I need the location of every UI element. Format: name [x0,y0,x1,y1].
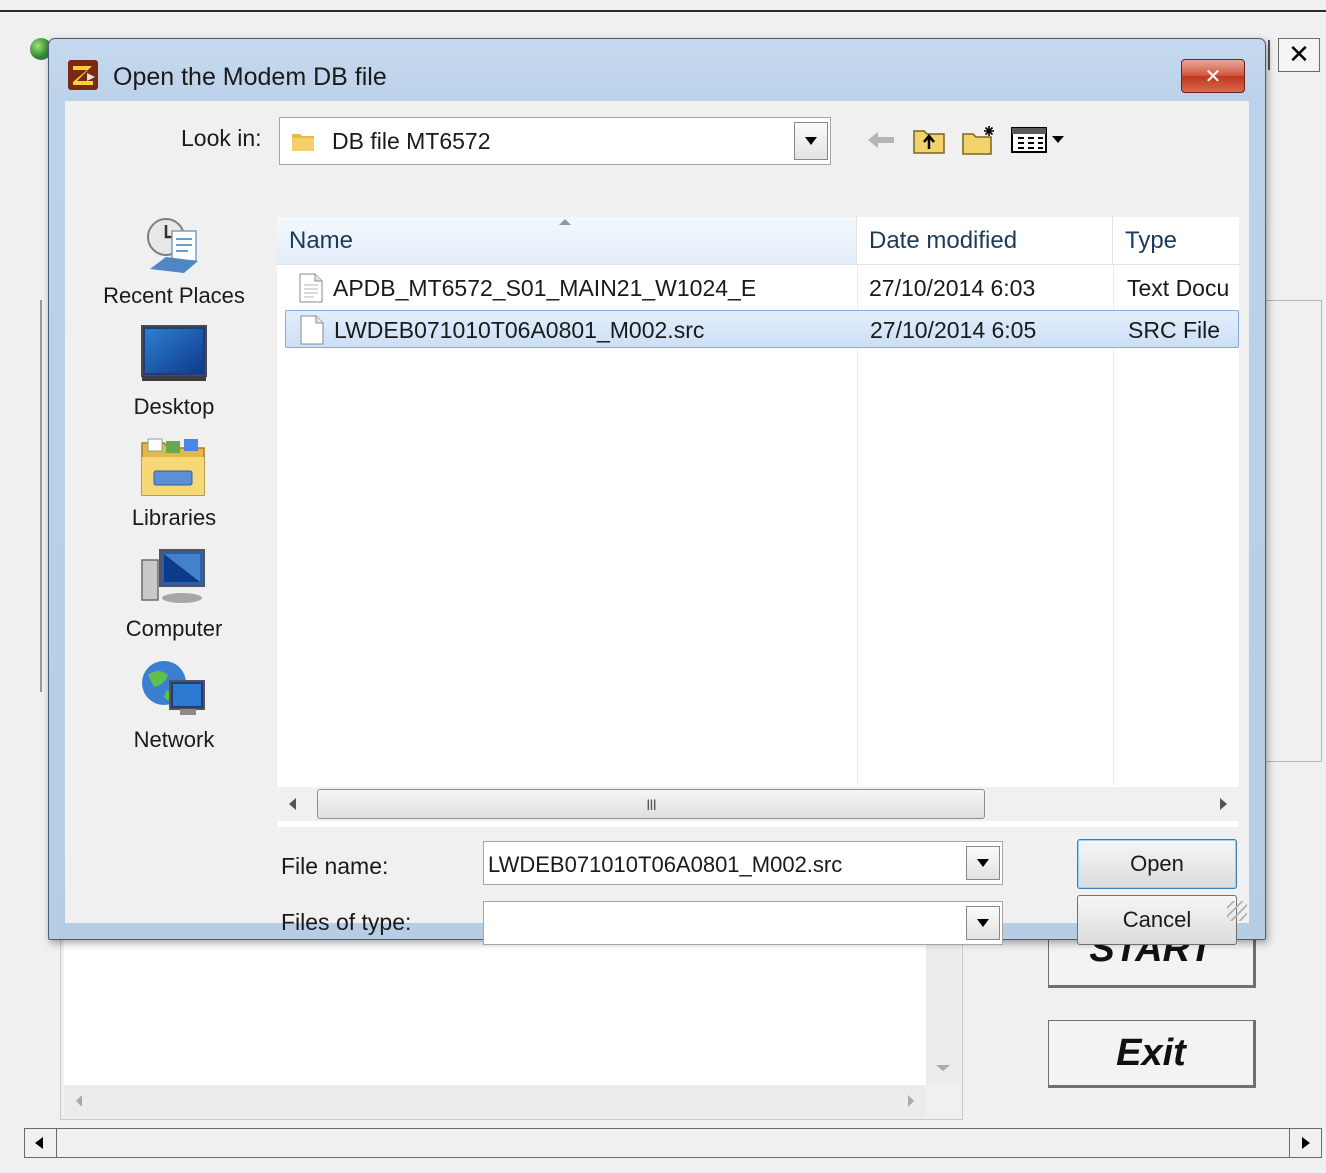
chevron-down-icon[interactable] [794,122,828,160]
text-document-icon [299,273,323,303]
place-label: Recent Places [103,283,245,308]
exit-button[interactable]: Exit [1048,1020,1256,1088]
chevron-down-icon[interactable] [966,906,1000,940]
grip-icon: III [646,798,656,814]
app-right-panel [1264,300,1322,762]
place-label: Computer [125,616,223,641]
view-menu-icon [1011,127,1064,153]
open-button[interactable]: Open [1077,839,1237,889]
column-header-label: Name [289,227,354,254]
place-computer[interactable]: Computer [71,546,277,652]
app-logo-icon [68,60,98,90]
look-in-value: DB file MT6572 [332,128,491,154]
open-file-dialog: Open the Modem DB file ✕ Look in: DB fil… [48,38,1266,945]
file-date: 27/10/2014 6:03 [869,275,1036,301]
scroll-right-icon[interactable] [908,1095,914,1107]
scroll-left-icon[interactable] [289,798,296,810]
new-folder-button[interactable] [959,123,999,157]
scroll-right-icon[interactable] [1220,798,1227,810]
column-header-label: Type [1125,227,1178,254]
file-type: SRC File [1128,317,1221,343]
place-label: Network [133,727,215,752]
folder-icon [292,134,314,151]
up-folder-button[interactable] [909,123,949,157]
app-top-border [0,10,1326,12]
app-horizontal-scrollbar[interactable] [24,1128,1322,1158]
desktop-icon [141,325,207,381]
libraries-icon [141,438,205,496]
file-list-horizontal-scrollbar[interactable]: III [277,787,1239,821]
file-name: LWDEB071010T06A0801_M002.src [334,317,705,343]
view-menu-button[interactable] [1009,123,1067,157]
back-button[interactable] [863,123,899,157]
scroll-down-icon[interactable] [936,1065,950,1071]
column-header-name[interactable]: Name [277,217,857,265]
look-in-combobox[interactable]: DB file MT6572 [279,117,831,165]
up-folder-icon [913,130,945,154]
new-folder-icon [962,126,994,155]
place-network[interactable]: Network [71,657,277,763]
file-name-value[interactable]: LWDEB071010T06A0801_M002.src [488,852,842,878]
recent-places-icon [147,218,198,273]
chevron-down-icon[interactable] [966,846,1000,880]
scroll-left-icon[interactable] [25,1129,57,1157]
look-in-label: Look in: [181,125,262,151]
app-log-horizontal-scrollbar[interactable] [64,1085,926,1117]
files-of-type-label: Files of type: [281,909,412,935]
file-row-selected[interactable]: LWDEB071010T06A0801_M002.src 27/10/2014 … [285,310,1239,348]
place-label: Libraries [131,505,217,530]
dialog-body: Look in: DB file MT6572 Recent Places De… [65,101,1249,945]
place-libraries[interactable]: Libraries [71,435,277,541]
file-row[interactable]: APDB_MT6572_S01_MAIN21_W1024_E 27/10/201… [285,269,1239,307]
dialog-titlebar[interactable]: Open the Modem DB file ✕ [49,39,1265,101]
scroll-right-icon[interactable] [1289,1129,1321,1157]
file-icon [300,315,324,345]
back-arrow-icon [868,132,894,148]
column-header-label: Date modified [869,227,1018,254]
place-recent-places[interactable]: Recent Places [71,213,277,319]
column-header-date-modified[interactable]: Date modified [857,217,1113,265]
cancel-button[interactable]: Cancel [1077,895,1237,945]
place-label: Desktop [133,394,215,419]
files-of-type-select[interactable] [483,901,1003,945]
file-name-field[interactable]: LWDEB071010T06A0801_M002.src [483,841,1003,885]
scroll-left-icon[interactable] [76,1095,82,1107]
column-header-type[interactable]: Type [1113,217,1239,265]
resize-grip-icon[interactable] [1227,901,1247,921]
file-type: Text Docu [1127,275,1230,301]
network-icon [142,661,205,715]
file-name-label: File name: [281,853,389,879]
app-log-vertical-scrollbar[interactable] [926,937,960,1085]
app-titlebar-divider [1268,40,1270,70]
computer-icon [141,549,205,603]
dialog-close-button[interactable]: ✕ [1181,59,1245,93]
app-log-textarea[interactable] [64,937,926,1085]
app-close-button[interactable]: ✕ [1278,38,1320,72]
app-left-frame [40,300,42,692]
scrollbar-thumb[interactable]: III [317,789,985,819]
file-list[interactable]: Name Date modified Type APDB_MT6572_S01_… [277,217,1239,827]
file-name: APDB_MT6572_S01_MAIN21_W1024_E [333,275,757,301]
dialog-title: Open the Modem DB file [113,63,387,91]
place-desktop[interactable]: Desktop [71,324,277,430]
file-date: 27/10/2014 6:05 [870,317,1037,343]
